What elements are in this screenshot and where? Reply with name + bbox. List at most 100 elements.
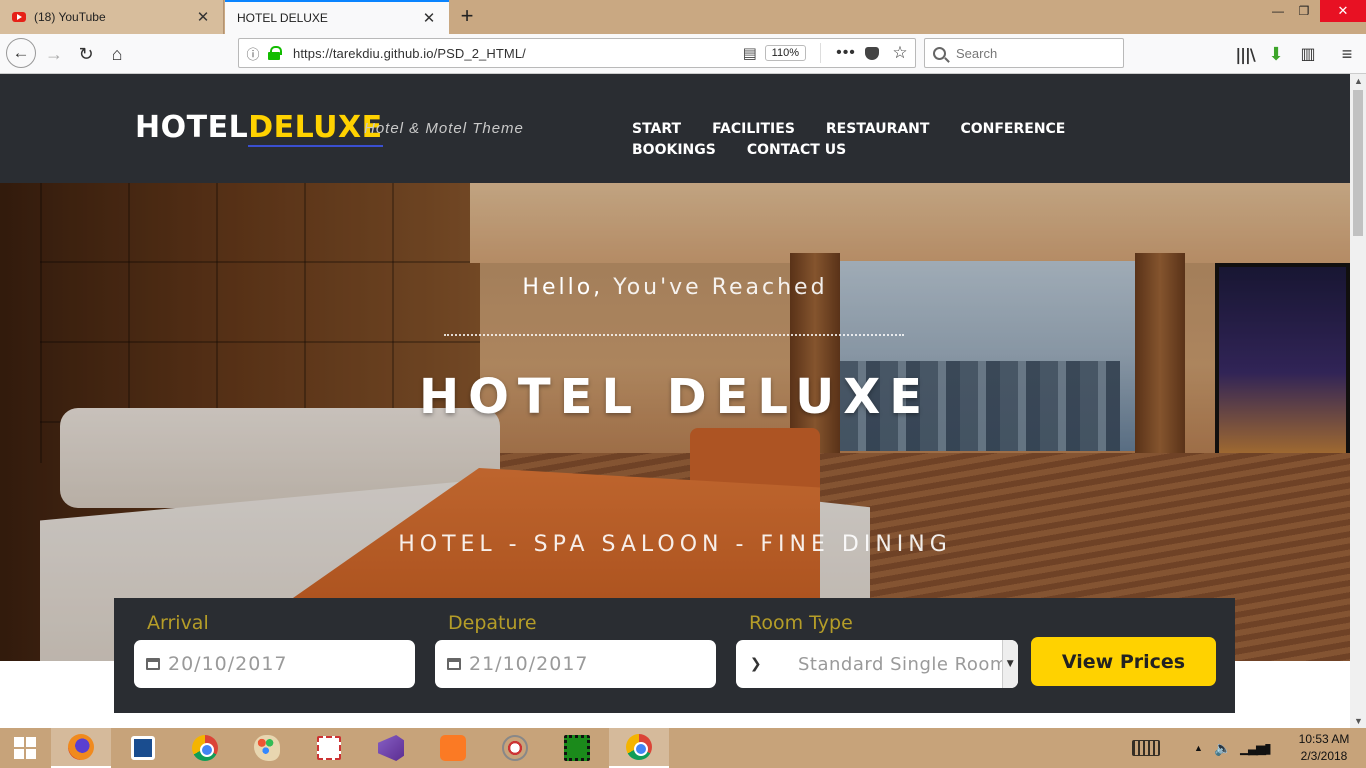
page-scrollbar[interactable]: ▲ ▼	[1350, 74, 1366, 728]
nav-restaurant[interactable]: RESTAURANT	[826, 121, 930, 137]
show-hidden-icons-icon[interactable]: ▲	[1194, 728, 1203, 768]
navigation-toolbar: ← → ↻ ⌂ ⓘ https://tarekdiu.github.io/PSD…	[0, 34, 1366, 74]
volume-icon[interactable]: 🔈	[1214, 728, 1231, 768]
taskbar-chrome-2[interactable]	[609, 728, 669, 768]
hero-title: HOTEL DELUXE	[418, 369, 932, 425]
hero-greeting-hello: Hello,	[522, 275, 604, 300]
tab-close-icon[interactable]: ✕	[421, 9, 437, 27]
paint-icon	[254, 735, 280, 761]
visual-studio-icon	[378, 735, 404, 761]
taskbar-paint[interactable]	[237, 728, 297, 768]
select-arrow-icon[interactable]: ▼	[1002, 640, 1018, 688]
scroll-down-icon[interactable]: ▼	[1354, 716, 1363, 726]
hero-greeting: Hello, You've Reached	[0, 275, 1350, 300]
taskbar-emulator[interactable]	[547, 728, 607, 768]
nav-start[interactable]: START	[632, 121, 681, 137]
url-text[interactable]: https://tarekdiu.github.io/PSD_2_HTML/	[293, 46, 735, 61]
taskbar-tool[interactable]	[485, 728, 545, 768]
arrival-label: Arrival	[147, 612, 209, 634]
xampp-icon	[440, 735, 466, 761]
calendar-icon	[447, 658, 461, 670]
departure-input[interactable]: 21/10/2017	[435, 640, 716, 688]
departure-value: 21/10/2017	[469, 653, 589, 675]
logo-word-deluxe: DELUXE	[248, 110, 383, 147]
lock-icon	[267, 46, 285, 60]
web-page: HOTELDELUXE Hotel & Motel Theme START FA…	[0, 74, 1350, 728]
view-prices-button[interactable]: View Prices	[1031, 637, 1216, 686]
hamburger-menu-icon[interactable]: ≡	[1333, 40, 1361, 68]
scroll-up-icon[interactable]: ▲	[1354, 76, 1363, 86]
zoom-indicator[interactable]: 110%	[764, 45, 806, 61]
hero-banner: Hello, You've Reached HOTEL DELUXE HOTEL…	[0, 183, 1350, 661]
reader-view-icon[interactable]: ▤	[735, 44, 765, 62]
reload-button[interactable]: ↻	[72, 40, 100, 68]
vscode-icon	[131, 736, 155, 760]
taskbar: ▲ 🔈 ▁▃▅ ▮ 10:53 AM 2/3/2018	[0, 728, 1366, 768]
hero-divider	[444, 334, 904, 336]
logo-word-hotel: HOTEL	[135, 110, 249, 145]
search-placeholder: Search	[956, 45, 998, 61]
booking-form: Arrival 20/10/2017 Depature 21/10/2017 R…	[114, 598, 1235, 713]
back-button[interactable]: ←	[6, 38, 36, 68]
battery-icon[interactable]: ▮	[1264, 728, 1272, 768]
departure-field: Depature 21/10/2017	[435, 612, 716, 688]
download-icon[interactable]: ⬇	[1262, 40, 1290, 68]
separator	[820, 43, 821, 63]
departure-label: Depature	[448, 612, 537, 634]
room-type-select[interactable]: ❯ Standard Single Room ▼	[736, 640, 1018, 688]
tab-strip: (18) YouTube ✕ HOTEL DELUXE ✕ + — ❐ ✕	[0, 0, 1366, 34]
system-clock[interactable]: 10:53 AM 2/3/2018	[1292, 731, 1356, 765]
room-type-field: Room Type ❯ Standard Single Room ▼	[736, 612, 1018, 688]
forward-button[interactable]: →	[40, 40, 68, 68]
tab-close-icon[interactable]: ✕	[195, 8, 211, 26]
taskbar-firefox[interactable]	[51, 728, 111, 768]
page-actions-icon[interactable]: •••	[833, 44, 859, 62]
scrollbar-thumb[interactable]	[1353, 90, 1363, 236]
home-button[interactable]: ⌂	[103, 40, 131, 68]
nav-conference[interactable]: CONFERENCE	[960, 121, 1065, 137]
search-icon	[933, 46, 946, 60]
touch-keyboard-icon[interactable]	[1132, 728, 1162, 768]
library-icon[interactable]: |||\	[1231, 40, 1259, 68]
window-close-button[interactable]: ✕	[1320, 0, 1366, 22]
new-tab-button[interactable]: +	[456, 4, 478, 28]
taskbar-xampp[interactable]	[423, 728, 483, 768]
site-logo[interactable]: HOTELDELUXE	[135, 110, 383, 147]
room-type-label: Room Type	[749, 612, 853, 634]
nav-contact-us[interactable]: CONTACT US	[747, 142, 846, 158]
taskbar-chrome[interactable]	[175, 728, 235, 768]
windows-icon	[14, 737, 36, 759]
arrival-field: Arrival 20/10/2017	[134, 612, 415, 688]
address-bar[interactable]: ⓘ https://tarekdiu.github.io/PSD_2_HTML/…	[238, 38, 916, 68]
network-icon[interactable]: ▁▃▅	[1240, 728, 1266, 768]
pocket-icon[interactable]	[859, 46, 885, 60]
firefox-icon	[68, 734, 94, 760]
hero-subtitle: HOTEL - SPA SALOON - FINE DINING	[398, 532, 952, 557]
chrome-icon	[192, 735, 218, 761]
tab-youtube[interactable]: (18) YouTube ✕	[0, 0, 224, 34]
site-tagline: Hotel & Motel Theme	[364, 120, 524, 137]
nav-facilities[interactable]: FACILITIES	[712, 121, 795, 137]
site-info-icon[interactable]: ⓘ	[239, 44, 267, 63]
tool-icon	[502, 735, 528, 761]
search-input[interactable]: Search	[924, 38, 1124, 68]
bookmark-star-icon[interactable]: ☆	[885, 43, 915, 63]
clock-time: 10:53 AM	[1298, 732, 1350, 746]
taskbar-snipping-tool[interactable]	[299, 728, 359, 768]
start-button[interactable]	[0, 728, 50, 768]
hero-greeting-rest: You've Reached	[613, 275, 828, 300]
nav-bookings[interactable]: BOOKINGS	[632, 142, 716, 158]
emulator-icon	[564, 735, 590, 761]
main-nav: START FACILITIES RESTAURANT CONFERENCE B…	[632, 121, 1152, 158]
taskbar-visual-studio[interactable]	[361, 728, 421, 768]
chrome-icon	[626, 734, 652, 760]
chevron-down-icon: ❯	[749, 656, 763, 672]
taskbar-vscode[interactable]	[113, 728, 173, 768]
arrival-input[interactable]: 20/10/2017	[134, 640, 415, 688]
maximize-button[interactable]: ❐	[1284, 0, 1324, 22]
youtube-icon	[12, 12, 26, 22]
arrival-value: 20/10/2017	[168, 653, 288, 675]
tab-hotel-deluxe[interactable]: HOTEL DELUXE ✕	[225, 0, 449, 34]
calendar-icon	[146, 658, 160, 670]
sidebar-icon[interactable]: ▥	[1294, 40, 1322, 68]
